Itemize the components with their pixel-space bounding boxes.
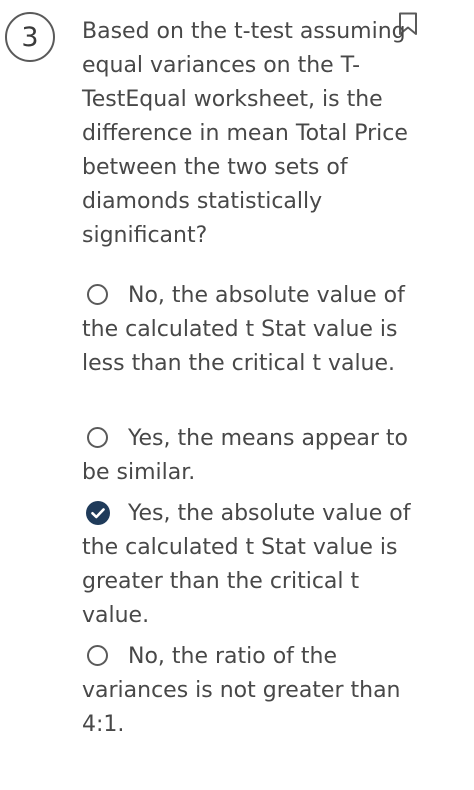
answer-option-4[interactable]: No, the ratio of the variances is not gr… — [82, 640, 417, 742]
answer-option-label: No, the absolute value of the calculated… — [82, 283, 405, 376]
answer-option-label: No, the ratio of the variances is not gr… — [82, 644, 401, 737]
answer-option-3[interactable]: Yes, the absolute value of the calculate… — [82, 497, 417, 633]
radio-unchecked-icon[interactable] — [87, 284, 108, 305]
radio-checked-icon[interactable] — [86, 501, 110, 525]
answer-option-label: Yes, the absolute value of the calculate… — [82, 501, 411, 628]
answer-option-2[interactable]: Yes, the means appear to be similar. — [82, 422, 417, 490]
answer-option-1[interactable]: No, the absolute value of the calculated… — [82, 279, 417, 381]
answer-option-label: Yes, the means appear to be similar. — [82, 426, 408, 485]
radio-unchecked-icon[interactable] — [87, 645, 108, 666]
question-number-badge: 3 — [5, 12, 55, 62]
radio-unchecked-icon[interactable] — [87, 427, 108, 448]
question-text: Based on the t-test assuming equal varia… — [82, 19, 408, 248]
question-number: 3 — [21, 21, 39, 53]
